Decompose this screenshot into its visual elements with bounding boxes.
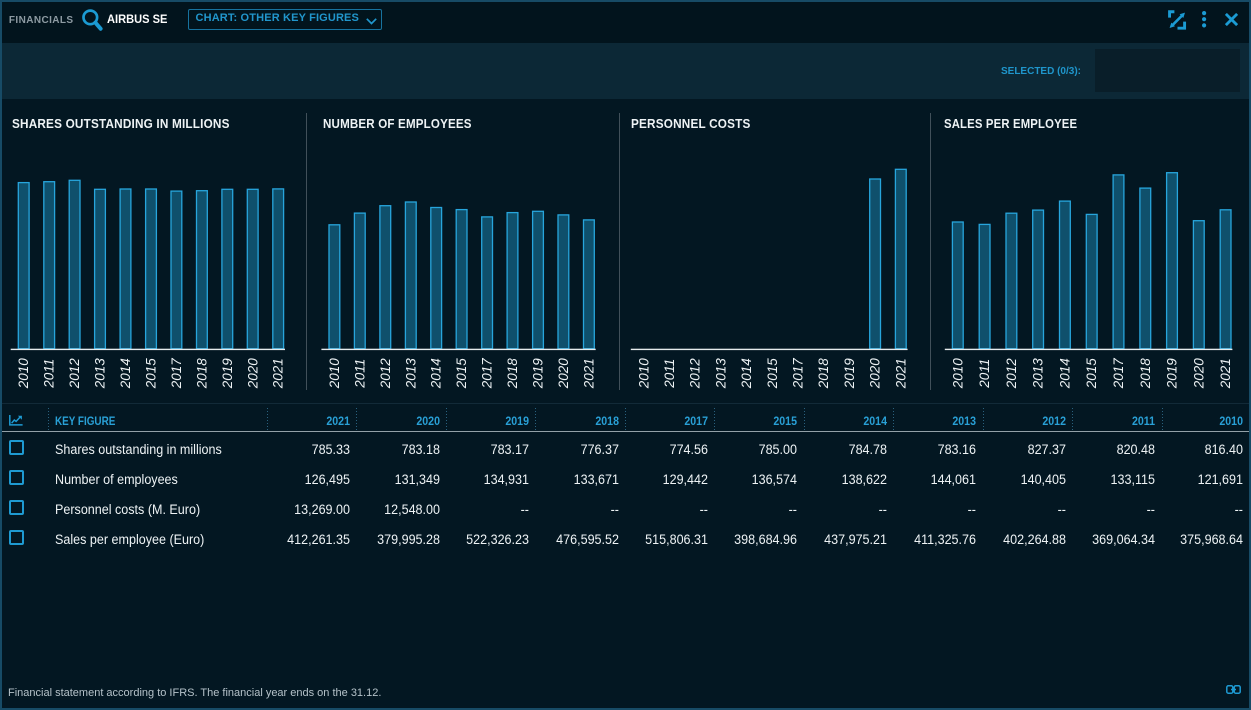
svg-text:2011: 2011	[662, 359, 677, 389]
svg-text:2021: 2021	[271, 358, 286, 389]
svg-text:2012: 2012	[688, 358, 703, 390]
svg-text:2018: 2018	[1138, 358, 1153, 390]
svg-text:2010: 2010	[636, 358, 651, 390]
svg-text:2017: 2017	[169, 358, 184, 390]
svg-text:2013: 2013	[1031, 358, 1046, 390]
svg-text:2013: 2013	[713, 358, 728, 390]
svg-text:2012: 2012	[378, 358, 393, 390]
svg-text:2017: 2017	[480, 358, 495, 390]
svg-text:2010: 2010	[327, 358, 342, 390]
svg-text:2020: 2020	[1191, 358, 1206, 390]
svg-text:2017: 2017	[791, 358, 806, 390]
svg-text:2010: 2010	[16, 358, 31, 390]
svg-text:2014: 2014	[739, 358, 754, 389]
svg-text:2017: 2017	[1111, 358, 1126, 390]
svg-text:2012: 2012	[1004, 358, 1019, 390]
svg-text:2021: 2021	[1218, 358, 1233, 389]
svg-text:2020: 2020	[245, 358, 260, 390]
svg-text:2015: 2015	[1084, 358, 1099, 390]
svg-text:2014: 2014	[429, 358, 444, 389]
svg-text:2011: 2011	[42, 359, 57, 389]
svg-text:2020: 2020	[868, 358, 883, 390]
svg-text:2019: 2019	[220, 358, 235, 390]
svg-text:2015: 2015	[144, 358, 159, 390]
svg-text:2015: 2015	[765, 358, 780, 390]
svg-text:2010: 2010	[950, 358, 965, 390]
svg-text:2019: 2019	[1165, 358, 1180, 390]
svg-text:2011: 2011	[977, 359, 992, 389]
svg-text:2018: 2018	[194, 358, 209, 390]
svg-text:2013: 2013	[403, 358, 418, 390]
svg-text:2014: 2014	[118, 358, 133, 389]
svg-text:2011: 2011	[352, 359, 367, 389]
svg-text:2018: 2018	[816, 358, 831, 390]
svg-text:2021: 2021	[893, 358, 908, 389]
svg-text:2018: 2018	[505, 358, 520, 390]
svg-text:2015: 2015	[454, 358, 469, 390]
svg-text:2021: 2021	[581, 358, 596, 389]
svg-text:2014: 2014	[1057, 358, 1072, 389]
svg-text:2013: 2013	[93, 358, 108, 390]
svg-text:2019: 2019	[842, 358, 857, 390]
svg-text:2020: 2020	[556, 358, 571, 390]
svg-text:2012: 2012	[67, 358, 82, 390]
svg-text:2019: 2019	[531, 358, 546, 390]
